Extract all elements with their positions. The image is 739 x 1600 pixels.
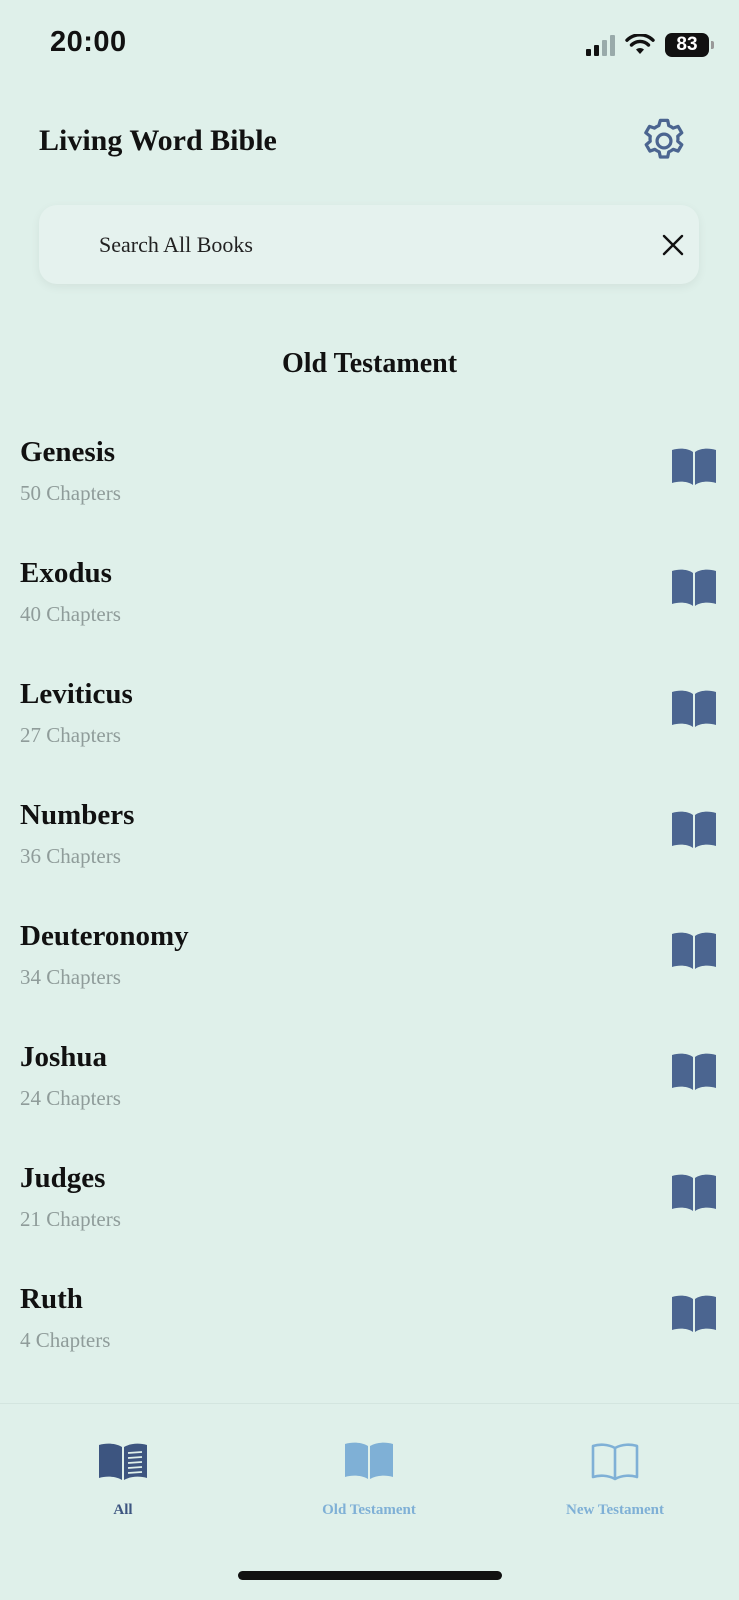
settings-button[interactable]: [638, 115, 690, 167]
list-item[interactable]: Joshua 24 Chapters: [0, 1031, 739, 1152]
close-icon: [662, 234, 684, 256]
tab-label: New Testament: [566, 1502, 664, 1518]
status-bar: 20:00 83: [0, 0, 739, 92]
search-input[interactable]: Search All Books: [39, 205, 699, 284]
tab-old-testament[interactable]: Old Testament: [246, 1404, 492, 1524]
book-icon: [672, 1174, 716, 1211]
wifi-icon: [625, 34, 655, 54]
status-time: 20:00: [50, 26, 127, 58]
clear-search-button[interactable]: [659, 231, 687, 259]
book-outline-icon: [591, 1443, 639, 1481]
status-icons: 83: [586, 32, 714, 58]
book-name: Exodus: [20, 557, 112, 589]
chapter-count: 34 Chapters: [20, 965, 121, 989]
list-item[interactable]: Ruth 4 Chapters: [0, 1273, 739, 1394]
tab-all[interactable]: All: [0, 1404, 246, 1524]
list-item[interactable]: Numbers 36 Chapters: [0, 789, 739, 910]
battery-icon: 83: [665, 33, 714, 57]
chapter-count: 50 Chapters: [20, 481, 121, 505]
book-icon: [672, 569, 716, 606]
list-item[interactable]: Exodus 40 Chapters: [0, 547, 739, 668]
app-title: Living Word Bible: [39, 124, 277, 157]
book-filled-icon: [345, 1442, 393, 1479]
list-item[interactable]: Deuteronomy 34 Chapters: [0, 910, 739, 1031]
chapter-count: 27 Chapters: [20, 723, 121, 747]
cellular-signal-icon: [586, 34, 615, 56]
tab-new-testament[interactable]: New Testament: [492, 1404, 738, 1524]
home-indicator[interactable]: [238, 1571, 502, 1580]
chapter-count: 24 Chapters: [20, 1086, 121, 1110]
book-text-icon: [99, 1443, 147, 1480]
tab-label: All: [113, 1502, 133, 1518]
tab-label: Old Testament: [322, 1502, 416, 1518]
book-name: Deuteronomy: [20, 920, 189, 952]
list-item[interactable]: Judges 21 Chapters: [0, 1152, 739, 1273]
book-icon: [672, 811, 716, 848]
list-item[interactable]: Genesis 50 Chapters: [0, 426, 739, 547]
book-icon: [672, 1295, 716, 1332]
chapter-count: 36 Chapters: [20, 844, 121, 868]
book-icon: [672, 448, 716, 485]
list-item[interactable]: Leviticus 27 Chapters: [0, 668, 739, 789]
book-icon: [672, 932, 716, 969]
book-list: Genesis 50 Chapters Exodus 40 Chapters L…: [0, 426, 739, 1394]
chapter-count: 40 Chapters: [20, 602, 121, 626]
search-text: Search All Books: [99, 232, 253, 257]
book-name: Leviticus: [20, 678, 133, 710]
book-name: Ruth: [20, 1283, 83, 1315]
gear-icon: [644, 118, 684, 159]
book-name: Joshua: [20, 1041, 108, 1073]
book-name: Judges: [20, 1162, 106, 1194]
book-icon: [672, 1053, 716, 1090]
book-icon: [672, 690, 716, 727]
section-title: Old Testament: [281, 348, 458, 379]
chapter-count: 4 Chapters: [20, 1328, 111, 1352]
chapter-count: 21 Chapters: [20, 1207, 121, 1231]
book-name: Numbers: [20, 799, 135, 831]
app-header: Living Word Bible: [0, 110, 739, 180]
book-name: Genesis: [20, 436, 116, 468]
